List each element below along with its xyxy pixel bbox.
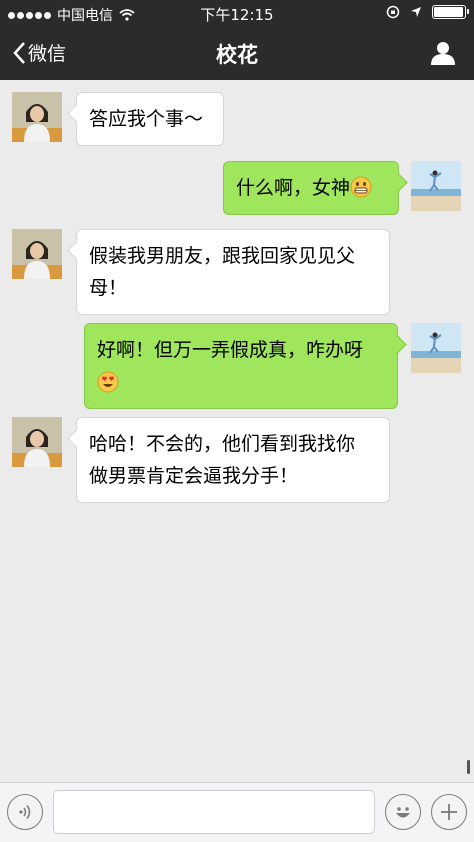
plus-icon <box>441 804 457 820</box>
emoji-icon <box>396 807 410 818</box>
message-text: 好啊！但万一弄假成真，咋办呀 <box>97 339 364 361</box>
contact-info-button[interactable] <box>430 41 456 69</box>
chat-area[interactable]: 答应我个事～ 什么啊，女神 假装我男朋友，跟我回家见见父 母！ 好啊！但万一弄假… <box>0 80 474 782</box>
message-bubble[interactable]: 答应我个事～ <box>76 92 224 146</box>
message-text: 哈哈！不会的，他们看到我找你 <box>89 433 356 455</box>
message-text: 什么啊，女神 <box>236 177 351 199</box>
avatar[interactable] <box>411 323 461 373</box>
avatar[interactable] <box>12 229 62 279</box>
more-button[interactable] <box>431 794 467 830</box>
emoji-button[interactable] <box>385 794 421 830</box>
orientation-lock-icon <box>386 5 400 19</box>
avatar[interactable] <box>411 161 461 211</box>
message-input[interactable] <box>53 790 375 834</box>
avatar[interactable] <box>12 417 62 467</box>
battery-level <box>434 7 463 17</box>
avatar[interactable] <box>12 92 62 142</box>
message-bubble[interactable]: 好啊！但万一弄假成真，咋办呀 <box>84 323 398 409</box>
voice-icon <box>19 805 31 819</box>
user-icon <box>431 42 455 65</box>
message-text: 假装我男朋友，跟我回家见见父 <box>89 245 356 267</box>
message-text: 答应我个事～ <box>89 108 204 130</box>
nav-bar: 微信 校花 <box>0 26 474 80</box>
grin-face-icon <box>350 176 372 198</box>
voice-button[interactable] <box>7 794 43 830</box>
message-bubble[interactable]: 假装我男朋友，跟我回家见见父 母！ <box>76 229 390 315</box>
message-text: 母！ <box>89 277 128 299</box>
battery-icon <box>432 5 469 19</box>
status-bar: 中国电信 下午12:15 <box>0 0 474 26</box>
message-bubble[interactable]: 什么啊，女神 <box>223 161 399 215</box>
message-text: 做男票肯定会逼我分手！ <box>89 465 299 487</box>
message-bubble[interactable]: 哈哈！不会的，他们看到我找你 做男票肯定会逼我分手！ <box>76 417 390 503</box>
scrollbar[interactable] <box>467 760 470 774</box>
input-bar <box>0 782 474 842</box>
location-arrow-icon <box>411 7 421 17</box>
chat-title: 校花 <box>216 43 258 67</box>
heart-eyes-face-icon <box>97 371 119 393</box>
